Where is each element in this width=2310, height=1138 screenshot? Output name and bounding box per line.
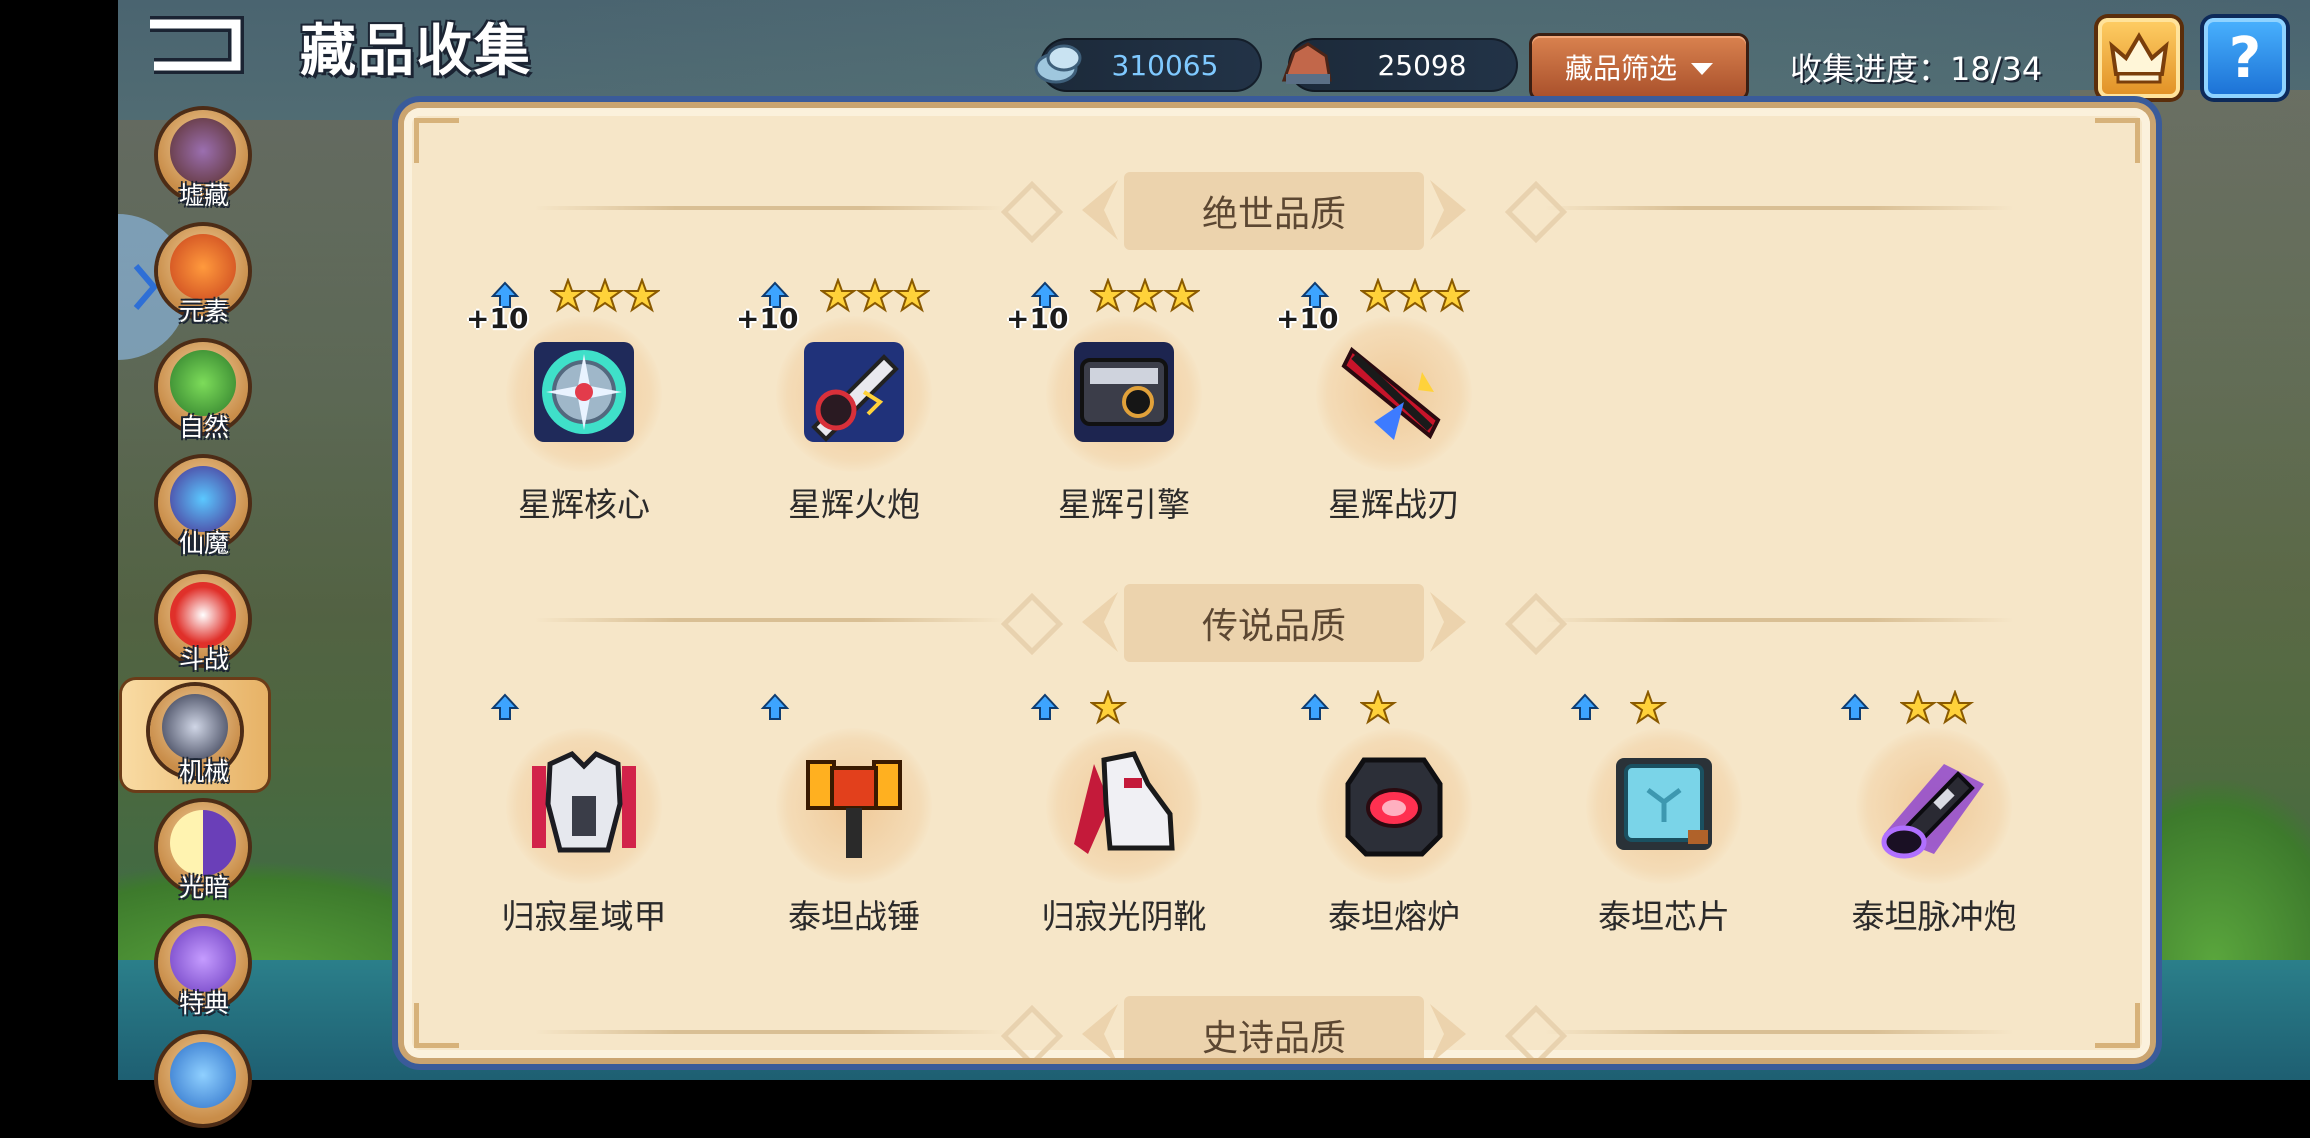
one-star-rating-icon	[1090, 690, 1128, 725]
upgrade-arrow-icon	[1030, 693, 1060, 720]
upgrade-arrow-icon	[490, 693, 520, 720]
collection-item-star-cannon[interactable]: +10 星辉火炮	[736, 278, 954, 524]
item-name: 泰坦熔炉	[1328, 897, 1460, 936]
titan-furnace-icon	[1345, 757, 1443, 857]
battle-category-icon	[170, 582, 236, 648]
element-category-icon	[170, 234, 236, 300]
item-name: 泰坦战锤	[788, 897, 920, 936]
titan-chip-icon	[1616, 758, 1712, 850]
panel-corner-ornament	[414, 118, 459, 163]
sidebar-item-label: 光暗	[178, 873, 229, 902]
collection-item-star-engine[interactable]: +10 星辉引擎	[1006, 278, 1224, 524]
ruins-category-icon	[170, 118, 236, 184]
back-button[interactable]	[140, 14, 250, 76]
sidebar-item-mechanical[interactable]: 机械	[122, 680, 268, 790]
stone-currency-value: 310065	[1111, 48, 1219, 82]
upgrade-arrow-icon	[760, 693, 790, 720]
upgrade-arrow-icon	[1570, 693, 1600, 720]
sidebar-item-ruins[interactable]: 墟藏	[158, 104, 250, 214]
crown-icon	[2109, 32, 2169, 84]
item-name: 归寂星域甲	[501, 897, 667, 936]
nature-category-icon	[170, 350, 236, 416]
void-armor-icon	[532, 751, 636, 853]
crown-reward-button[interactable]	[2098, 18, 2180, 98]
collection-item-star-blade[interactable]: +10 星辉战刃	[1276, 278, 1494, 524]
light-dark-category-icon	[170, 810, 236, 876]
sidebar-item-light-dark[interactable]: 光暗	[158, 796, 250, 906]
item-name: 星辉引擎	[1058, 485, 1190, 524]
ore-currency-value: 25098	[1377, 48, 1467, 82]
star-engine-icon	[1074, 342, 1174, 442]
item-name: 归寂光阴靴	[1041, 897, 1207, 936]
collection-item-titan-furnace[interactable]: 泰坦熔炉	[1294, 690, 1494, 936]
help-button[interactable]: ?	[2204, 18, 2286, 98]
collection-item-void-boots[interactable]: 归寂光阴靴	[1024, 690, 1224, 936]
item-name: 泰坦脉冲炮	[1851, 897, 2017, 936]
three-star-rating-icon	[820, 278, 930, 313]
filter-label: 藏品筛选	[1564, 52, 1677, 85]
three-star-rating-icon	[550, 278, 660, 313]
item-level: +10	[1006, 302, 1069, 335]
sidebar-item-immortal-demon[interactable]: 仙魔	[158, 452, 250, 562]
page-title: 藏品收集	[300, 19, 532, 84]
section-header-peerless: 绝世品质	[404, 164, 2150, 252]
titan-pulse-cannon-icon	[1881, 764, 1984, 859]
section-title: 史诗品质	[1124, 996, 1424, 1058]
potion-category-icon	[170, 1042, 236, 1108]
back-arrow-icon	[150, 16, 244, 74]
collection-item-titan-hammer[interactable]: 泰坦战锤	[754, 693, 954, 936]
section-title: 绝世品质	[1124, 172, 1424, 250]
currency-ore-counter: 25098	[1281, 38, 1518, 92]
section-header-legendary: 传说品质	[404, 576, 2150, 664]
star-blade-icon	[1341, 346, 1441, 440]
item-name: 星辉火炮	[788, 485, 920, 524]
immortal-demon-category-icon	[170, 466, 236, 532]
sidebar-item-label: 墟藏	[178, 181, 229, 210]
chevron-down-icon	[1691, 63, 1713, 75]
collection-item-titan-chip[interactable]: 泰坦芯片	[1564, 690, 1764, 936]
star-core-icon	[534, 342, 634, 442]
sidebar-item-more[interactable]	[158, 1028, 250, 1138]
one-star-rating-icon	[1360, 690, 1398, 725]
sidebar-item-label: 仙魔	[178, 529, 229, 558]
sidebar-item-label: 元素	[178, 297, 229, 326]
section-title: 传说品质	[1124, 584, 1424, 662]
category-sidebar: 墟藏 元素 自然 仙魔 斗战 机械 光暗 特典	[118, 96, 288, 1124]
mechanical-category-icon	[162, 694, 228, 760]
item-name: 星辉核心	[518, 485, 650, 524]
three-star-rating-icon	[1090, 278, 1200, 313]
item-name: 星辉战刃	[1328, 485, 1460, 524]
one-star-rating-icon	[1630, 690, 1668, 725]
item-name: 泰坦芯片	[1598, 897, 1730, 936]
collection-item-star-core[interactable]: +10 星辉核心	[466, 278, 684, 524]
void-boots-icon	[1074, 751, 1175, 854]
titan-hammer-icon	[806, 760, 902, 858]
sidebar-item-special[interactable]: 特典	[158, 912, 250, 1022]
section-header-epic: 史诗品质	[404, 988, 2150, 1058]
item-level: +10	[736, 302, 799, 335]
sidebar-item-label: 特典	[178, 989, 229, 1018]
sidebar-item-nature[interactable]: 自然	[158, 336, 250, 446]
sidebar-item-element[interactable]: 元素	[158, 220, 250, 330]
sidebar-item-label: 机械	[178, 757, 229, 786]
upgrade-arrow-icon	[1840, 693, 1870, 720]
star-cannon-icon	[804, 342, 904, 442]
item-level: +10	[466, 302, 529, 335]
panel-corner-ornament	[2095, 118, 2140, 163]
help-icon: ?	[2228, 25, 2262, 91]
collection-item-titan-pulse-cannon[interactable]: 泰坦脉冲炮	[1834, 690, 2034, 936]
collection-item-void-armor[interactable]: 归寂星域甲	[484, 693, 684, 936]
two-star-rating-icon	[1900, 690, 1975, 725]
sidebar-item-label: 斗战	[178, 645, 229, 674]
special-category-icon	[170, 926, 236, 992]
collection-filter-dropdown[interactable]: 藏品筛选	[1532, 36, 1746, 98]
sidebar-item-label: 自然	[178, 413, 229, 442]
upgrade-arrow-icon	[1300, 693, 1330, 720]
three-star-rating-icon	[1360, 278, 1470, 313]
collection-progress: 收集进度：18/34	[1790, 50, 2043, 88]
item-level: +10	[1276, 302, 1339, 335]
sidebar-item-battle[interactable]: 斗战	[158, 568, 250, 678]
currency-stone-counter: 310065	[1034, 38, 1262, 92]
collection-panel: 绝世品质 +10 星辉核心 +10 星辉火炮 +10 星辉引擎 +10 星辉战刃…	[404, 108, 2150, 1058]
